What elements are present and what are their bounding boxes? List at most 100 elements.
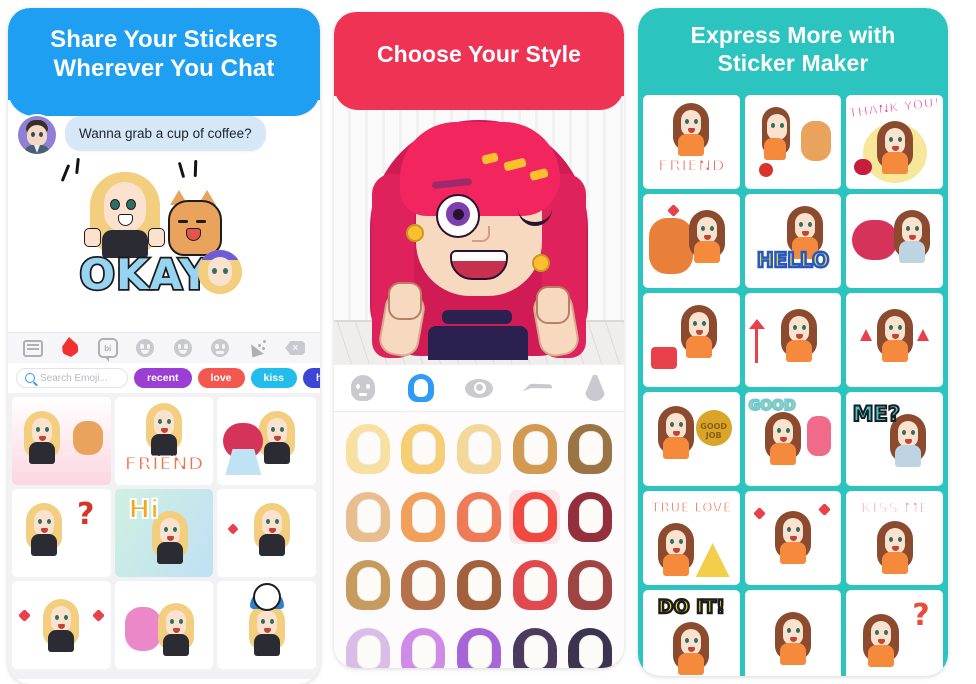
party-popper-icon[interactable] [248, 338, 268, 358]
sticker-true-love[interactable]: TRUE LOVE [643, 491, 740, 585]
hairstyle-option[interactable] [342, 626, 394, 668]
sticker-devil-wink[interactable] [846, 293, 943, 387]
sticker-shrug[interactable] [744, 590, 842, 676]
sticker-word: FRIEND [657, 155, 726, 176]
hairstyle-option[interactable] [342, 558, 394, 612]
hairstyle-option[interactable] [564, 558, 616, 612]
sticker-me[interactable]: ME? [846, 392, 943, 486]
sticker-girl [84, 172, 165, 258]
sticker-thank-you[interactable]: THANK YOU! [846, 95, 943, 189]
sticker-good-thumbs[interactable]: GOOD [744, 392, 842, 486]
panel-express-more: Express More with Sticker Maker FRIEND T… [638, 8, 948, 676]
sticker-hi[interactable]: Hi [114, 489, 214, 577]
sticker-unicorn-love[interactable] [114, 581, 214, 669]
sticker-devil-arrow[interactable] [744, 293, 842, 387]
panel1-header-line1: Share Your Stickers [50, 26, 278, 53]
face-icon[interactable] [346, 373, 380, 403]
hairstyle-option[interactable] [398, 422, 450, 476]
sticker-friend[interactable]: FRIEND [114, 397, 214, 485]
sticker-blush-hearts[interactable] [12, 581, 111, 669]
sticker-do-it[interactable]: DO IT! [643, 590, 740, 676]
emoji-happy-icon[interactable] [135, 338, 155, 358]
emoji-toolbar[interactable]: bi × [8, 332, 320, 363]
sticker-word: ? [76, 497, 95, 532]
hairstyle-option[interactable] [564, 626, 616, 668]
sticker-question[interactable]: ? [846, 590, 943, 676]
hairstyle-option[interactable] [342, 422, 394, 476]
chat-preview: Wanna grab a cup of coffee? OKAY! [8, 100, 320, 332]
hairstyle-option[interactable] [398, 490, 450, 544]
sticker-cat-yarn[interactable] [744, 95, 842, 189]
hairstyle-option[interactable] [398, 558, 450, 612]
sticker-cheerful[interactable] [744, 491, 842, 585]
app-store-screenshot-strip: Share Your Stickers Wherever You Chat Wa… [0, 0, 976, 684]
panel-choose-style: Choose Your Style [334, 12, 624, 668]
hairstyle-option[interactable] [564, 422, 616, 476]
sticker-word: GOOD [748, 397, 797, 415]
avatar [18, 116, 56, 154]
hairstyle-option[interactable] [342, 490, 394, 544]
emoji-neutral-icon[interactable] [173, 338, 193, 358]
hairstyle-option[interactable] [398, 626, 450, 668]
search-icon [25, 373, 35, 383]
chip-kiss[interactable]: kiss [250, 368, 297, 388]
hairstyle-grid[interactable] [334, 412, 624, 668]
sticker-question[interactable]: ? [12, 489, 111, 577]
speech-bubble-icon[interactable]: bi [97, 338, 118, 362]
sticker-roses-bouquet[interactable] [217, 397, 316, 485]
sticker-cat-hug[interactable] [643, 194, 740, 288]
sticker-roses[interactable] [846, 194, 943, 288]
sticker-soccer-fan[interactable] [217, 581, 316, 669]
keyboard-icon[interactable] [22, 338, 43, 358]
panel1-header-line2: Wherever You Chat [53, 55, 275, 82]
sticker-good-job[interactable]: GOOD JOB [643, 392, 740, 486]
hairstyle-option[interactable] [453, 558, 505, 612]
panel3-header-line1: Express More with [690, 22, 896, 48]
sticker-grid-panel3[interactable]: FRIEND THANK YOU! HELLO GOOD JOB GOOD ME… [638, 90, 948, 676]
search-placeholder: Search Emoji... [40, 372, 108, 384]
sticker-luggage[interactable] [643, 293, 740, 387]
hairstyle-option[interactable] [509, 422, 561, 476]
hairstyle-option[interactable] [453, 422, 505, 476]
panel1-header: Share Your Stickers Wherever You Chat [8, 8, 320, 116]
sticker-friend[interactable]: FRIEND [643, 95, 740, 189]
backspace-icon[interactable]: × [285, 338, 306, 358]
sticker-word: THANK YOU! [847, 95, 942, 122]
featured-sticker-okay[interactable]: OKAY! [60, 157, 250, 308]
panel-share-stickers: Share Your Stickers Wherever You Chat Wa… [8, 8, 320, 684]
hair-icon[interactable] [404, 373, 438, 403]
hairstyle-option[interactable] [564, 490, 616, 544]
sticker-excited-hearts[interactable] [217, 489, 316, 577]
sticker-girl-and-cat-hearts[interactable] [12, 397, 111, 485]
sticker-kiss-me[interactable]: KISS ME [846, 491, 943, 585]
sticker-grid-panel1[interactable]: FRIEND ? Hi [8, 393, 320, 679]
emoji-search-row[interactable]: Search Emoji... recent love kiss hugs h [8, 363, 320, 393]
panel2-header-line1: Choose Your Style [376, 40, 582, 67]
panel3-header: Express More with Sticker Maker [638, 8, 948, 90]
hairstyle-option[interactable] [453, 490, 505, 544]
nose-icon[interactable] [578, 373, 612, 403]
sticker-word: ME? [852, 401, 901, 427]
eye-icon[interactable] [462, 373, 496, 403]
panel3-header-line2: Sticker Maker [717, 50, 869, 76]
flame-icon[interactable] [60, 338, 80, 358]
chip-hugs[interactable]: hugs [302, 368, 320, 388]
sticker-word: FRIEND [123, 452, 204, 476]
avatar-preview [354, 114, 604, 360]
chip-love[interactable]: love [197, 368, 245, 388]
eyebrow-icon[interactable] [520, 373, 554, 403]
hairstyle-option[interactable] [509, 558, 561, 612]
hairstyle-option[interactable] [509, 626, 561, 668]
search-input[interactable]: Search Emoji... [16, 368, 128, 388]
panel2-header: Choose Your Style [334, 12, 624, 110]
chat-message-row: Wanna grab a cup of coffee? [18, 116, 266, 154]
emoji-flat-icon[interactable] [210, 338, 230, 358]
sticker-hello[interactable]: HELLO [744, 194, 842, 288]
hairstyle-option-selected[interactable] [508, 490, 561, 544]
sticker-word: KISS ME [859, 498, 930, 518]
hairstyle-option[interactable] [453, 626, 505, 668]
chip-recent[interactable]: recent [134, 368, 192, 388]
sticker-thumb[interactable] [198, 250, 242, 294]
chat-bubble: Wanna grab a cup of coffee? [65, 116, 266, 151]
feature-toolbar[interactable] [334, 364, 624, 412]
